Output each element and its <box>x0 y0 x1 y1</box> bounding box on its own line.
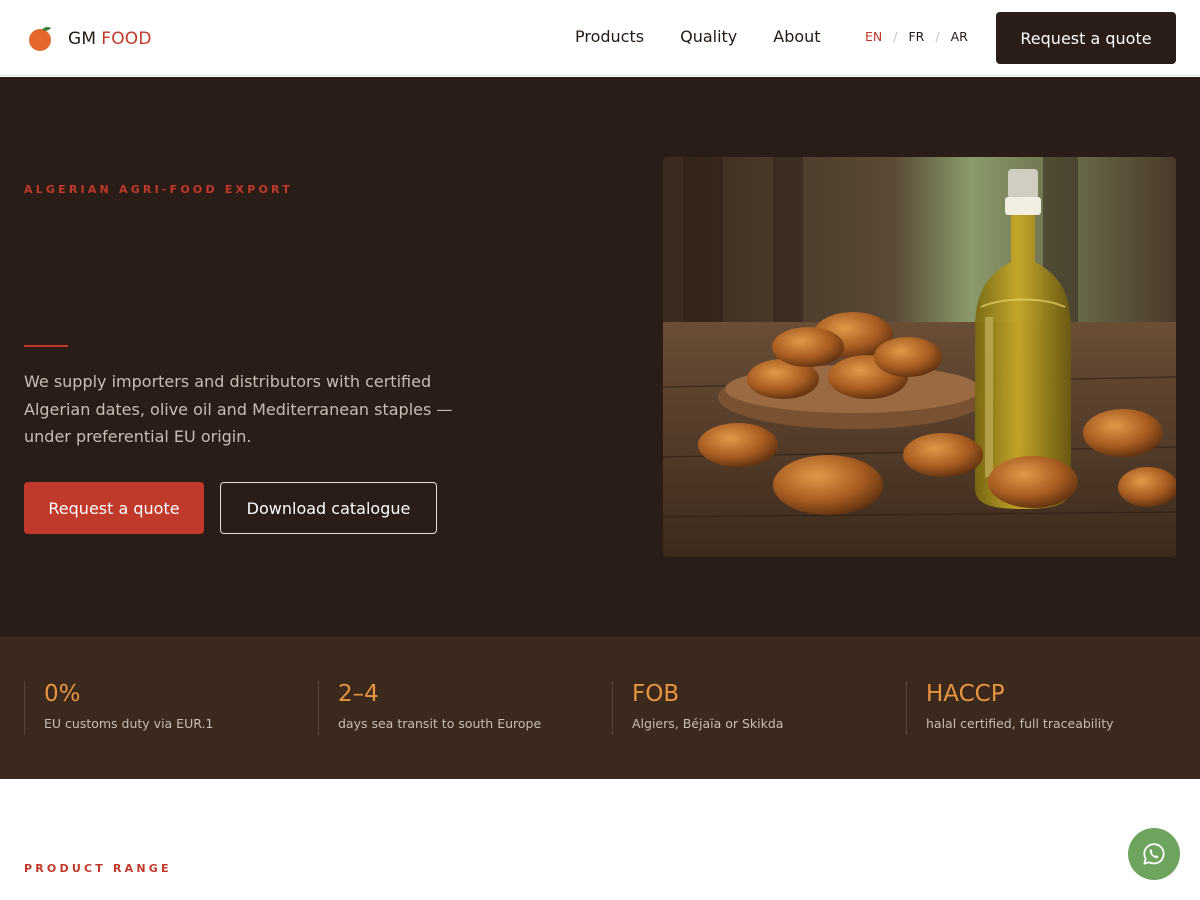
nav-item-quality[interactable]: Quality <box>680 27 737 46</box>
header-request-quote-button[interactable]: Request a quote <box>996 12 1176 64</box>
stat-customs: 0% EU customs duty via EUR.1 <box>24 681 304 735</box>
stats-bar: 0% EU customs duty via EUR.1 2–4 days se… <box>0 637 1200 779</box>
product-range-eyebrow: PRODUCT RANGE <box>24 862 172 875</box>
hero-section: ALGERIAN AGRI-FOOD EXPORT We supply impo… <box>0 77 1200 637</box>
lang-option-fr[interactable]: FR <box>908 29 924 44</box>
lang-option-en[interactable]: EN <box>865 29 882 44</box>
stat-label: days sea transit to south Europe <box>338 716 542 731</box>
site-header: GM FOOD Products Quality About EN / FR / … <box>0 0 1200 76</box>
brand-name-accent: FOOD <box>101 28 152 49</box>
nav-item-about[interactable]: About <box>773 27 820 46</box>
lang-option-ar[interactable]: AR <box>951 29 968 44</box>
stat-value: 2–4 <box>338 681 379 707</box>
brand-name: GM FOOD <box>68 29 152 49</box>
orange-fruit-icon <box>29 27 51 51</box>
stat-value: HACCP <box>926 681 1005 707</box>
nav-item-products[interactable]: Products <box>575 27 644 46</box>
stat-label: halal certified, full traceability <box>926 716 1114 731</box>
stat-transit: 2–4 days sea transit to south Europe <box>318 681 598 735</box>
hero-eyebrow: ALGERIAN AGRI-FOOD EXPORT <box>24 183 293 196</box>
stat-haccp: HACCP halal certified, full traceability <box>906 681 1186 735</box>
hero-description: We supply importers and distributors wit… <box>24 372 453 446</box>
brand-name-primary: GM <box>68 28 97 49</box>
download-catalogue-button[interactable]: Download catalogue <box>220 482 437 534</box>
lang-separator: / <box>893 29 898 44</box>
whatsapp-button[interactable] <box>1128 828 1180 880</box>
stat-label: Algiers, Béjaïa or Skikda <box>632 716 784 731</box>
hero-image <box>663 157 1176 557</box>
main-nav: Products Quality About <box>575 27 857 46</box>
stat-label: EU customs duty via EUR.1 <box>44 716 214 731</box>
whatsapp-icon <box>1143 843 1165 865</box>
stat-value: FOB <box>632 681 680 707</box>
stat-value: 0% <box>44 681 81 707</box>
stat-fob: FOB Algiers, Béjaïa or Skikda <box>612 681 892 735</box>
brand-logo[interactable]: GM FOOD <box>28 26 152 51</box>
hero-request-quote-button[interactable]: Request a quote <box>24 482 204 534</box>
hero-divider <box>24 345 68 347</box>
language-switcher: EN / FR / AR <box>865 29 968 44</box>
lang-separator: / <box>935 29 940 44</box>
dates-and-olive-oil-photo <box>663 157 1176 557</box>
